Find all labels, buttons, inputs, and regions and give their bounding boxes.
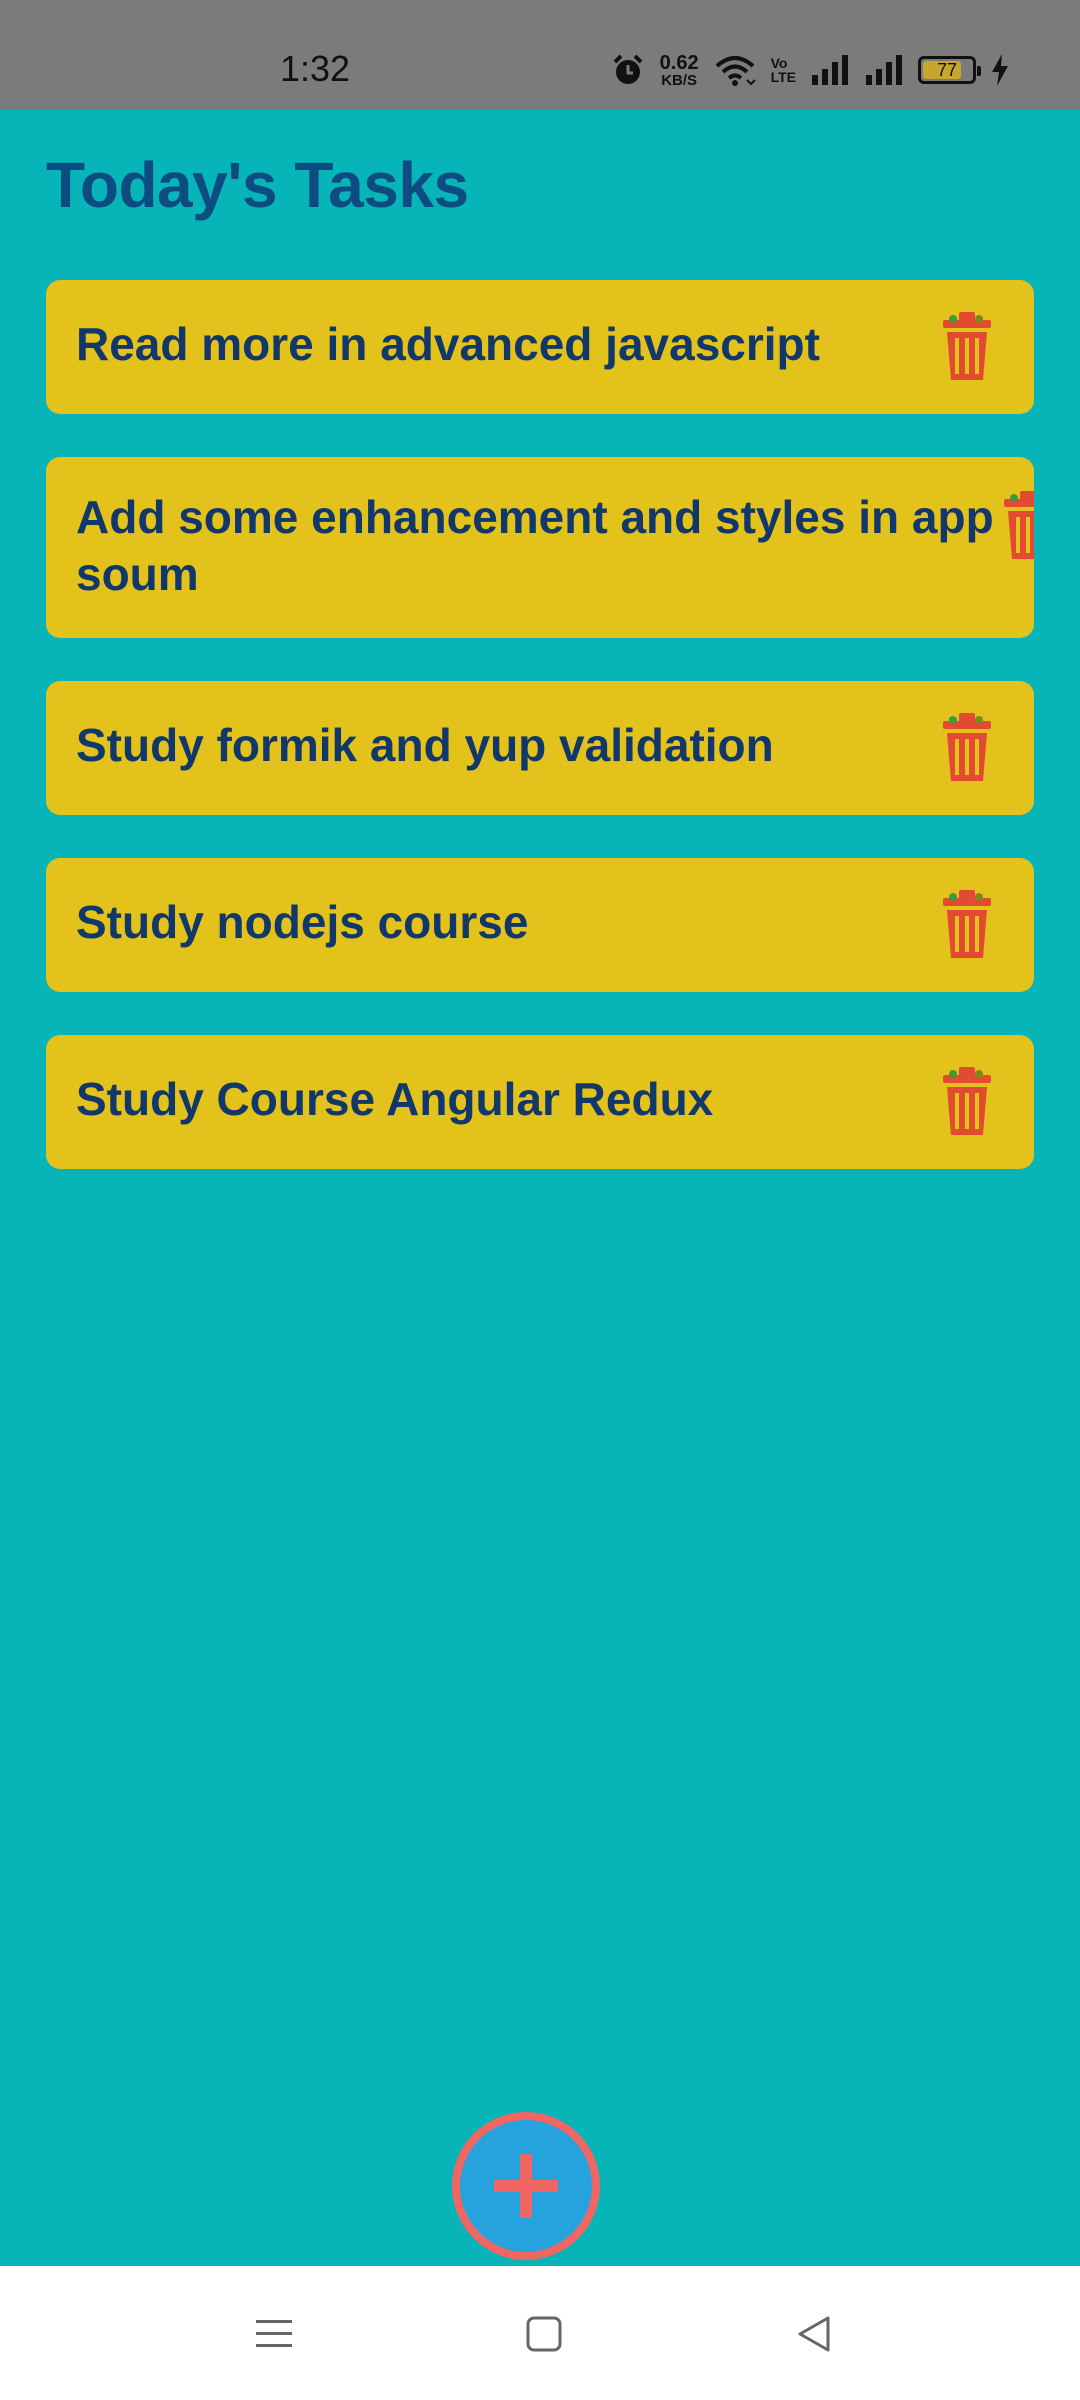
status-bar: 1:32 0.62 KB/S Vo LTE 77 <box>0 0 1080 110</box>
task-card[interactable]: Add some enhancement and styles in app s… <box>46 457 1034 638</box>
alarm-icon <box>613 54 643 84</box>
battery-icon: 77 <box>918 56 981 84</box>
speed-unit: KB/S <box>661 71 698 89</box>
page-title: Today's Tasks <box>46 149 469 221</box>
status-time: 1:32 <box>280 48 351 89</box>
task-card[interactable]: Study formik and yup validation <box>46 681 1034 815</box>
navigation-bar <box>0 2266 1080 2400</box>
volte-top: Vo <box>770 55 788 71</box>
task-text: Study nodejs course <box>76 896 529 948</box>
trash-icon[interactable] <box>939 886 995 960</box>
network-speed: 0.62 KB/S <box>660 53 699 88</box>
task-text: Read more in advanced javascript <box>76 318 820 370</box>
task-text: Add some enhancement and styles in app s… <box>76 489 1016 603</box>
speed-value: 0.62 <box>659 51 699 74</box>
trash-icon[interactable] <box>939 308 995 382</box>
add-task-button[interactable] <box>452 2112 600 2260</box>
charging-icon <box>992 54 1008 86</box>
back-icon[interactable] <box>794 2314 834 2354</box>
volte-bottom: LTE <box>770 69 796 85</box>
trash-icon[interactable] <box>1000 487 1034 561</box>
volte-indicator: Vo LTE <box>771 56 796 84</box>
task-text-line: soum <box>76 548 199 600</box>
status-icons: 0.62 KB/S Vo LTE 77 <box>610 50 1010 90</box>
task-text: Study Course Angular Redux <box>76 1073 714 1125</box>
home-icon[interactable] <box>524 2314 564 2354</box>
task-text: Study formik and yup validation <box>76 719 774 771</box>
signal-icon <box>866 55 902 85</box>
battery-level: 77 <box>936 59 958 80</box>
signal-icon <box>812 55 848 85</box>
wifi-icon <box>715 56 756 86</box>
task-card[interactable]: Study Course Angular Redux <box>46 1035 1034 1169</box>
trash-icon[interactable] <box>939 1063 995 1137</box>
trash-icon[interactable] <box>939 709 995 783</box>
task-text-line: Add some enhancement and styles in app <box>76 491 994 543</box>
menu-icon[interactable] <box>254 2314 294 2354</box>
task-card[interactable]: Study nodejs course <box>46 858 1034 992</box>
task-card[interactable]: Read more in advanced javascript <box>46 280 1034 414</box>
plus-icon <box>494 2154 558 2218</box>
